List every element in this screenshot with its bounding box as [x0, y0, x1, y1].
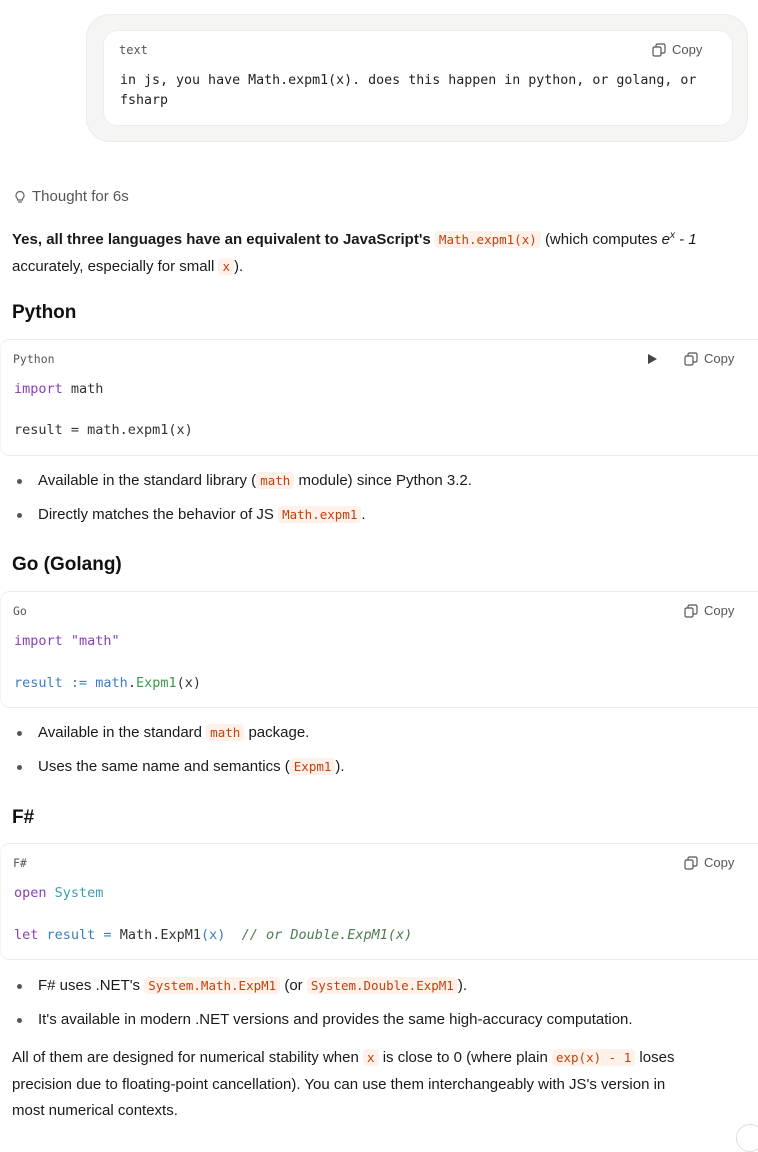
copy-button[interactable]: Copy: [684, 351, 734, 366]
code-line: import "math": [14, 633, 120, 649]
copy-label: Copy: [672, 42, 703, 57]
thought-toggle[interactable]: Thought for 6s: [13, 188, 129, 205]
intro-math: ex - 1: [661, 230, 697, 248]
intro-text: (which computes: [544, 231, 658, 248]
code-language-label: Python: [13, 352, 55, 366]
section-heading-fsharp: F#: [12, 807, 35, 828]
code-line: import math: [14, 381, 104, 397]
inline-code: x: [218, 257, 234, 275]
python-code-block: Python Copy import math result = math.ex…: [0, 339, 758, 456]
code-language-label: Go: [13, 604, 27, 618]
user-message-bubble: text Copy in js, you have Math.expm1(x).…: [86, 14, 748, 142]
python-bullet-list: Available in the standard library (math …: [0, 470, 740, 538]
copy-label: Copy: [704, 855, 735, 870]
list-item: It's available in modern .NET versions a…: [0, 1009, 740, 1043]
run-icon[interactable]: [646, 353, 658, 365]
copy-label: Copy: [704, 603, 735, 618]
user-message-text: in js, you have Math.expm1(x). does this…: [120, 73, 697, 108]
list-item: F# uses .NET's System.Math.ExpM1 (or Sys…: [0, 975, 740, 1009]
copy-label: Copy: [704, 351, 735, 366]
code-line: result = math.expm1(x): [14, 422, 193, 438]
thought-label: Thought for 6s: [32, 188, 129, 205]
copy-button[interactable]: Copy: [652, 42, 702, 57]
list-item: Available in the standard library (math …: [0, 470, 740, 504]
code-line: let result = Math.ExpM1(x) // or Double.…: [14, 927, 413, 943]
go-code-block: Go Copy import "math" result := math.Exp…: [0, 591, 758, 708]
section-heading-python: Python: [12, 302, 77, 323]
inline-code: x: [363, 1049, 379, 1066]
conclusion-paragraph: All of them are designed for numerical s…: [12, 1049, 675, 1119]
lightbulb-icon: [15, 190, 25, 203]
list-item: Available in the standard math package.: [0, 722, 740, 756]
intro-text-2: accurately, especially for small: [12, 257, 215, 275]
intro-text-3: ).: [234, 257, 244, 275]
inline-code: Math.expm1(x): [434, 231, 541, 248]
code-language-label: F#: [13, 856, 27, 870]
scroll-to-bottom-button[interactable]: [736, 1124, 758, 1152]
go-bullet-list: Available in the standard math package. …: [0, 722, 740, 790]
copy-icon: [684, 855, 698, 870]
code-line: result := math.Expm1(x): [14, 675, 201, 691]
user-code-block: text Copy in js, you have Math.expm1(x).…: [103, 30, 733, 126]
copy-icon: [684, 603, 698, 618]
code-line: open System: [14, 885, 104, 901]
list-item: Directly matches the behavior of JS Math…: [0, 504, 740, 538]
code-language-label: text: [119, 43, 148, 57]
list-item: Uses the same name and semantics (Expm1)…: [0, 756, 740, 790]
inline-code: exp(x) - 1: [551, 1049, 636, 1066]
copy-icon: [652, 42, 666, 57]
fsharp-code-block: F# Copy open System let result = Math.Ex…: [0, 843, 758, 960]
copy-button[interactable]: Copy: [684, 855, 734, 870]
fsharp-bullet-list: F# uses .NET's System.Math.ExpM1 (or Sys…: [0, 975, 740, 1043]
intro-bold: Yes, all three languages have an equival…: [12, 231, 431, 248]
copy-icon: [684, 351, 698, 366]
section-heading-go: Go (Golang): [12, 554, 122, 575]
intro-paragraph: Yes, all three languages have an equival…: [12, 223, 732, 280]
copy-button[interactable]: Copy: [684, 603, 734, 618]
